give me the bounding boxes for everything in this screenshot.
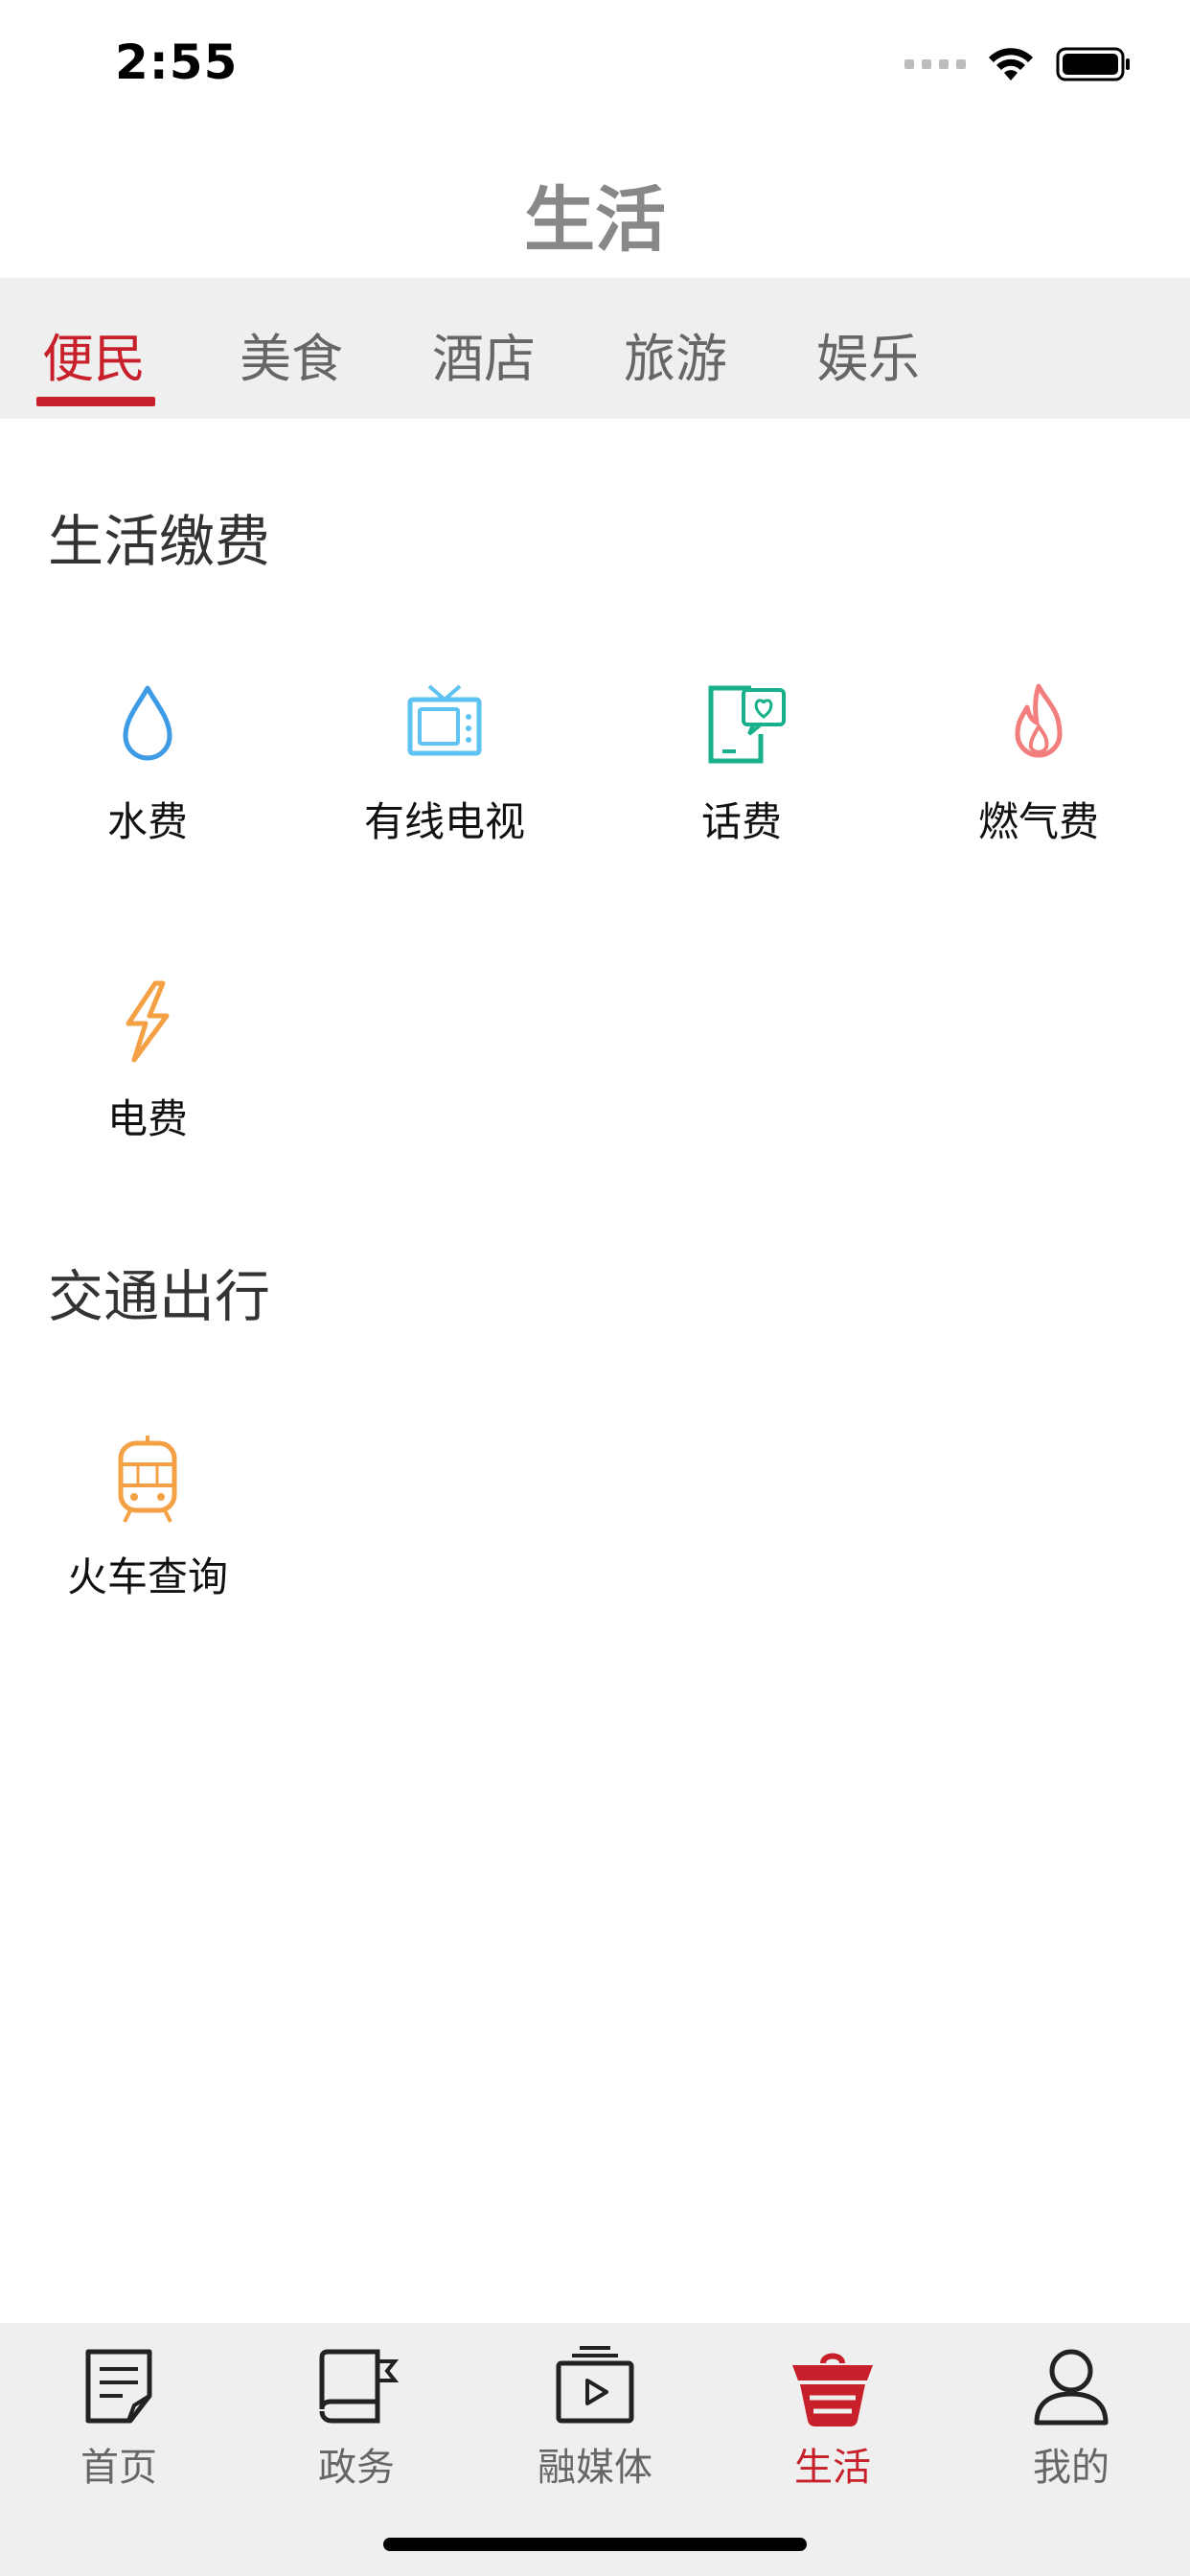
user-icon [1034, 2349, 1109, 2426]
bottom-tab-media[interactable]: 融媒体 [476, 2342, 714, 2492]
status-bar: 2:55 [0, 0, 1190, 134]
bottom-tab-government[interactable]: 政务 [238, 2342, 475, 2492]
tab-hotel[interactable]: 酒店 [432, 316, 536, 392]
tab-entertainment[interactable]: 娱乐 [816, 316, 920, 392]
train-query-label: 火车查询 [66, 1553, 228, 1600]
basket-icon [792, 2353, 873, 2426]
status-indicators [904, 46, 1133, 82]
lightning-icon [126, 980, 170, 1063]
status-time: 2:55 [115, 34, 239, 90]
cellular-signal-icon [904, 59, 966, 69]
battery-icon [1056, 47, 1130, 81]
gas-bill-label: 燃气费 [977, 798, 1099, 845]
bottom-tab-media-label: 融媒体 [538, 2446, 652, 2490]
bottom-tab-profile[interactable]: 我的 [952, 2342, 1190, 2492]
electricity-bill-label: 电费 [106, 1095, 188, 1142]
water-bill-item[interactable]: 水费 [4, 677, 291, 848]
electricity-bill-item[interactable]: 电费 [4, 974, 291, 1145]
cable-tv-item[interactable]: 有线电视 [301, 677, 588, 848]
tab-food[interactable]: 美食 [240, 316, 343, 392]
tab-convenience[interactable]: 便民 [42, 316, 146, 392]
bottom-tab-home-label: 首页 [80, 2446, 157, 2490]
page-title: 生活 [524, 179, 666, 262]
phone-bill-label: 话费 [700, 798, 782, 845]
news-icon [85, 2349, 152, 2424]
home-indicator[interactable] [383, 2538, 807, 2551]
active-tab-underline [36, 397, 155, 406]
water-bill-label: 水费 [106, 798, 188, 845]
tab-travel[interactable]: 旅游 [624, 316, 727, 392]
phone-bill-icon [708, 685, 786, 764]
bottom-tab-life[interactable]: 生活 [714, 2342, 951, 2492]
section-title-utilities: 生活缴费 [48, 509, 271, 574]
phone-bill-item[interactable]: 话费 [598, 677, 885, 848]
book-flag-icon [319, 2349, 400, 2424]
section-title-transport: 交通出行 [48, 1264, 271, 1329]
bottom-tab-life-label: 生活 [794, 2446, 871, 2490]
category-tabs: 便民 美食 酒店 旅游 娱乐 [0, 278, 1190, 419]
water-drop-icon [123, 685, 172, 761]
train-query-item[interactable]: 火车查询 [4, 1432, 291, 1603]
bottom-tab-home[interactable]: 首页 [0, 2342, 238, 2492]
wifi-icon [989, 48, 1033, 80]
cable-tv-label: 有线电视 [363, 798, 525, 845]
train-icon [118, 1436, 177, 1523]
tv-icon [407, 684, 482, 756]
media-tv-icon [556, 2346, 634, 2424]
bottom-tab-government-label: 政务 [318, 2446, 395, 2490]
gas-bill-item[interactable]: 燃气费 [895, 677, 1182, 848]
bottom-tab-profile-label: 我的 [1033, 2446, 1110, 2490]
flame-icon [1015, 683, 1063, 758]
